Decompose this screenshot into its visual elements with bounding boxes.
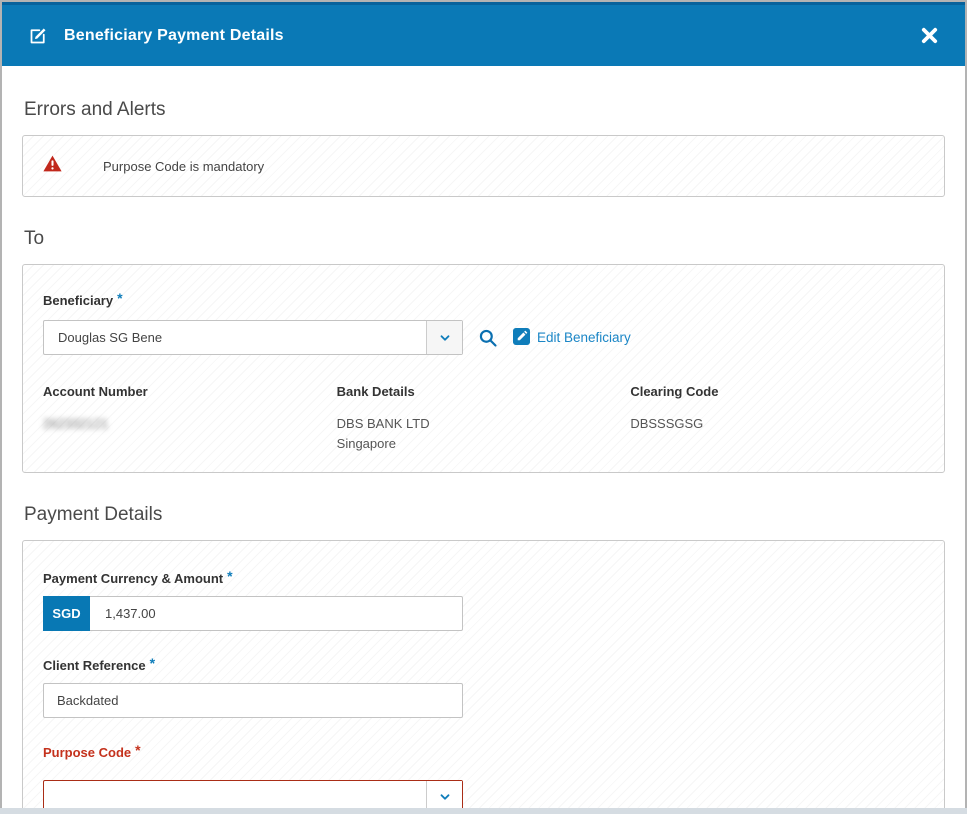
modal-content: Errors and Alerts Purpose Code is mandat…	[2, 99, 965, 814]
bottom-strip	[0, 808, 967, 814]
clearing-code-value: DBSSSGSG	[630, 414, 924, 434]
chevron-down-icon[interactable]	[426, 321, 462, 354]
beneficiary-details-grid: Account Number 262332121 Bank Details DB…	[43, 383, 924, 454]
bank-details-label: Bank Details	[337, 384, 415, 399]
bank-name: DBS BANK LTD	[337, 414, 631, 434]
bank-city: Singapore	[337, 434, 631, 454]
beneficiary-label: Beneficiary	[43, 293, 113, 308]
edit-beneficiary-label: Edit Beneficiary	[537, 330, 631, 345]
client-reference-label: Client Reference	[43, 658, 146, 673]
purpose-code-label: Purpose Code	[43, 745, 131, 760]
bank-details-cell: Bank Details DBS BANK LTD Singapore	[337, 383, 631, 454]
clearing-code-cell: Clearing Code DBSSSGSG	[630, 383, 924, 454]
edit-beneficiary-link[interactable]: Edit Beneficiary	[513, 328, 631, 348]
client-reference-field: Client Reference *	[43, 657, 463, 718]
beneficiary-select[interactable]: Douglas SG Bene	[43, 320, 463, 355]
required-marker: *	[227, 568, 232, 584]
account-number-value: 262332121	[43, 414, 337, 434]
currency-badge: SGD	[43, 596, 90, 631]
currency-amount-label: Payment Currency & Amount	[43, 571, 223, 586]
beneficiary-row: Douglas SG Bene	[43, 320, 924, 355]
warning-icon	[43, 155, 62, 177]
account-number-label: Account Number	[43, 384, 148, 399]
beneficiary-payment-details-modal: Beneficiary Payment Details Errors and A…	[0, 0, 967, 814]
required-marker: *	[135, 742, 140, 758]
payment-details-panel: Payment Currency & Amount * SGD Client Re…	[22, 540, 945, 814]
amount-input-group: SGD	[43, 596, 463, 631]
edit-icon	[28, 25, 49, 46]
alert-message: Purpose Code is mandatory	[103, 159, 264, 174]
modal-title: Beneficiary Payment Details	[64, 27, 284, 45]
currency-amount-field: Payment Currency & Amount * SGD	[43, 570, 463, 631]
to-panel: Beneficiary * Douglas SG Bene	[22, 264, 945, 473]
close-icon[interactable]	[916, 22, 943, 49]
error-alert-box: Purpose Code is mandatory	[22, 135, 945, 197]
clearing-code-label: Clearing Code	[630, 384, 718, 399]
errors-section-heading: Errors and Alerts	[24, 99, 945, 121]
modal-header: Beneficiary Payment Details	[2, 2, 965, 66]
required-marker: *	[117, 290, 122, 306]
purpose-code-field: Purpose Code* Purpose Code is mandatory	[43, 744, 463, 814]
required-marker: *	[150, 655, 155, 671]
amount-input[interactable]	[90, 597, 462, 630]
beneficiary-selected-value: Douglas SG Bene	[44, 321, 426, 354]
payment-details-heading: Payment Details	[24, 504, 945, 526]
client-reference-input[interactable]	[43, 683, 463, 718]
account-number-cell: Account Number 262332121	[43, 383, 337, 454]
edit-beneficiary-icon	[513, 328, 530, 348]
to-section-heading: To	[24, 228, 945, 250]
search-icon[interactable]	[476, 326, 500, 350]
